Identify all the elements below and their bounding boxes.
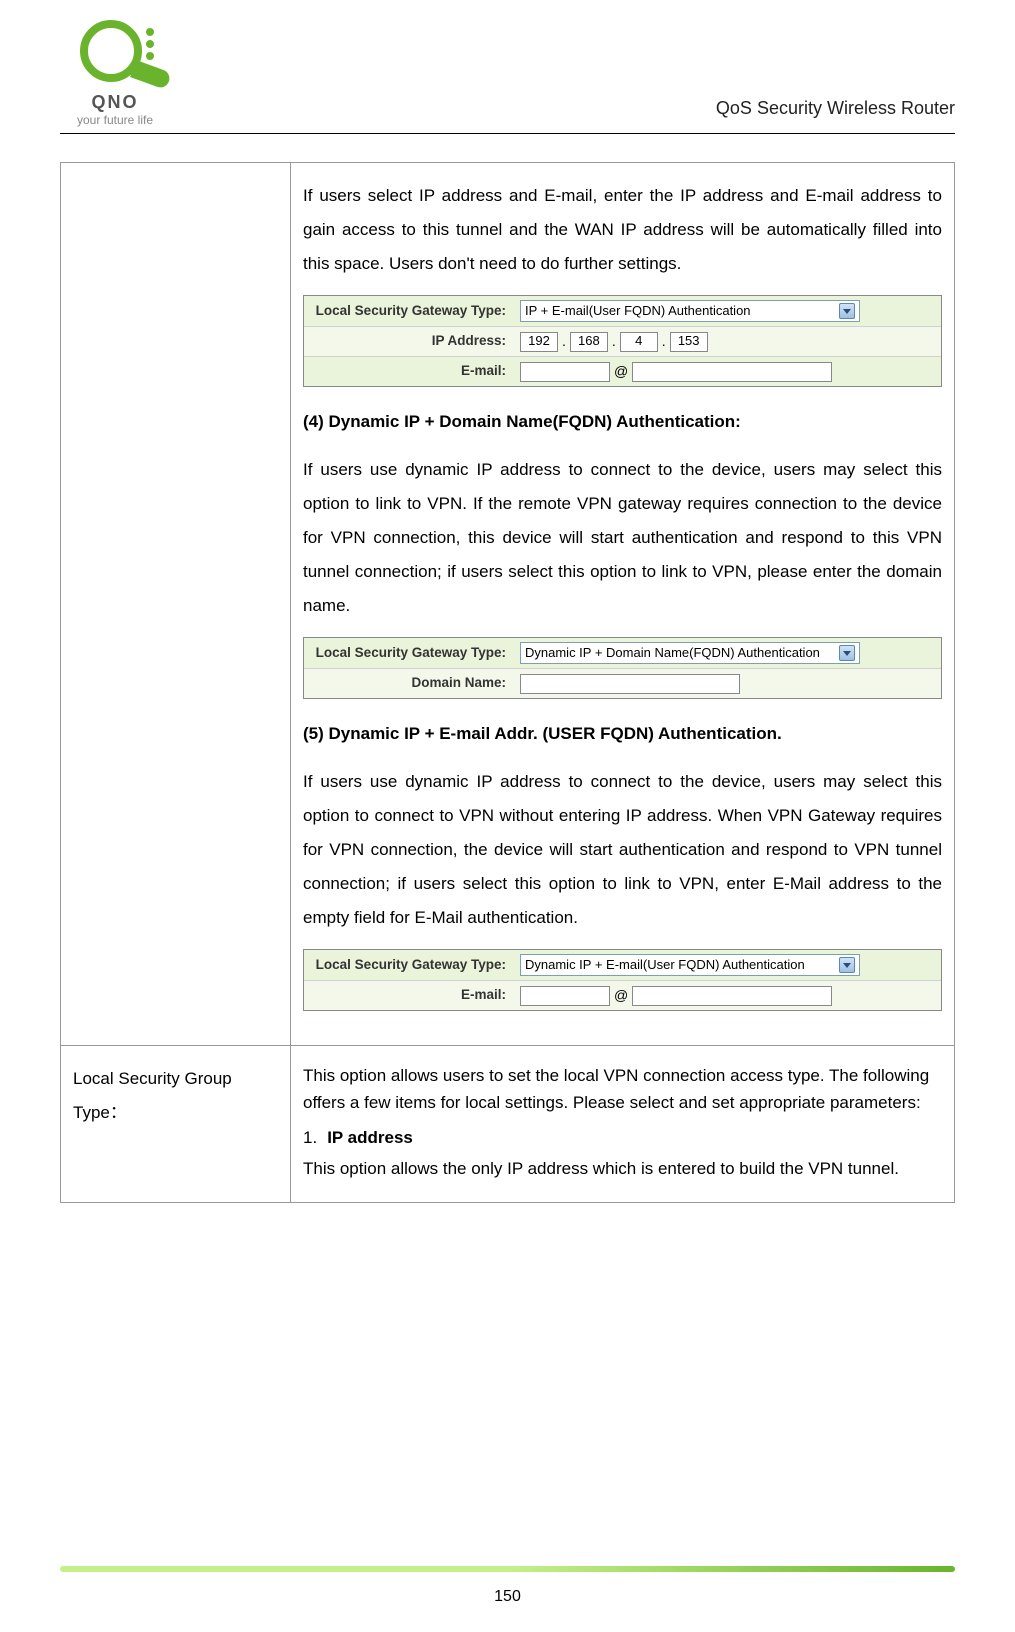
select-gateway-type-value: IP + E-mail(User FQDN) Authentication — [525, 302, 751, 320]
page-number: 150 — [0, 1588, 1015, 1606]
ip-octet-3[interactable]: 4 — [620, 332, 658, 352]
select-gateway-type-4-value: Dynamic IP + Domain Name(FQDN) Authentic… — [525, 644, 820, 662]
email-domain-input[interactable] — [632, 362, 832, 382]
logo-tagline: your future life — [77, 113, 153, 127]
select-gateway-type-5-value: Dynamic IP + E-mail(User FQDN) Authentic… — [525, 956, 805, 974]
form-dynip-domain: Local Security Gateway Type: Dynamic IP … — [303, 637, 942, 699]
ip-octet-1[interactable]: 192 — [520, 332, 558, 352]
chevron-down-icon — [839, 645, 855, 661]
at-symbol: @ — [614, 362, 628, 382]
row1-label-cell — [61, 163, 291, 1046]
label-email: E-mail: — [304, 358, 514, 385]
label-email-5: E-mail: — [304, 982, 514, 1009]
list-item-ip-address-title: IP address — [327, 1124, 413, 1151]
label-gateway-type-5: Local Security Gateway Type: — [304, 952, 514, 979]
label-domain-name: Domain Name: — [304, 670, 514, 697]
select-gateway-type[interactable]: IP + E-mail(User FQDN) Authentication — [520, 300, 860, 322]
heading-option-5: (5) Dynamic IP + E-mail Addr. (USER FQDN… — [303, 717, 942, 751]
heading-option-4: (4) Dynamic IP + Domain Name(FQDN) Authe… — [303, 405, 942, 439]
select-gateway-type-4[interactable]: Dynamic IP + Domain Name(FQDN) Authentic… — [520, 642, 860, 664]
chevron-down-icon — [839, 303, 855, 319]
list-number-1: 1. — [303, 1124, 317, 1151]
row2-label-cell: Local Security Group Type： — [61, 1046, 291, 1203]
email-domain-input-5[interactable] — [632, 986, 832, 1006]
logo-text: QNO — [91, 92, 138, 113]
content-table: If users select IP address and E-mail, e… — [60, 162, 955, 1203]
local-security-group-type-label: Local Security Group Type： — [73, 1069, 232, 1122]
form-dynip-email: Local Security Gateway Type: Dynamic IP … — [303, 949, 942, 1011]
footer-accent-bar — [60, 1566, 955, 1572]
at-symbol-5: @ — [614, 986, 628, 1006]
paragraph-option-4: If users use dynamic IP address to conne… — [303, 453, 942, 623]
logo-mark — [80, 20, 150, 90]
label-gateway-type-4: Local Security Gateway Type: — [304, 640, 514, 667]
row1-content-cell: If users select IP address and E-mail, e… — [291, 163, 955, 1046]
chevron-down-icon — [839, 957, 855, 973]
form-ip-email: Local Security Gateway Type: IP + E-mail… — [303, 295, 942, 387]
select-gateway-type-5[interactable]: Dynamic IP + E-mail(User FQDN) Authentic… — [520, 954, 860, 976]
paragraph-option-5: If users use dynamic IP address to conne… — [303, 765, 942, 935]
domain-name-input[interactable] — [520, 674, 740, 694]
label-ip-address: IP Address: — [304, 328, 514, 355]
ip-octet-4[interactable]: 153 — [670, 332, 708, 352]
brand-logo: QNO your future life — [60, 20, 170, 127]
list-item-ip-address-text: This option allows the only IP address w… — [303, 1152, 942, 1186]
product-title: QoS Security Wireless Router — [716, 98, 955, 127]
email-local-input-5[interactable] — [520, 986, 610, 1006]
group-type-intro: This option allows users to set the loca… — [303, 1062, 942, 1116]
paragraph-ip-email: If users select IP address and E-mail, e… — [303, 179, 942, 281]
label-gateway-type: Local Security Gateway Type: — [304, 298, 514, 325]
ip-octet-2[interactable]: 168 — [570, 332, 608, 352]
header-divider — [60, 133, 955, 134]
row2-content-cell: This option allows users to set the loca… — [291, 1046, 955, 1203]
email-local-input[interactable] — [520, 362, 610, 382]
